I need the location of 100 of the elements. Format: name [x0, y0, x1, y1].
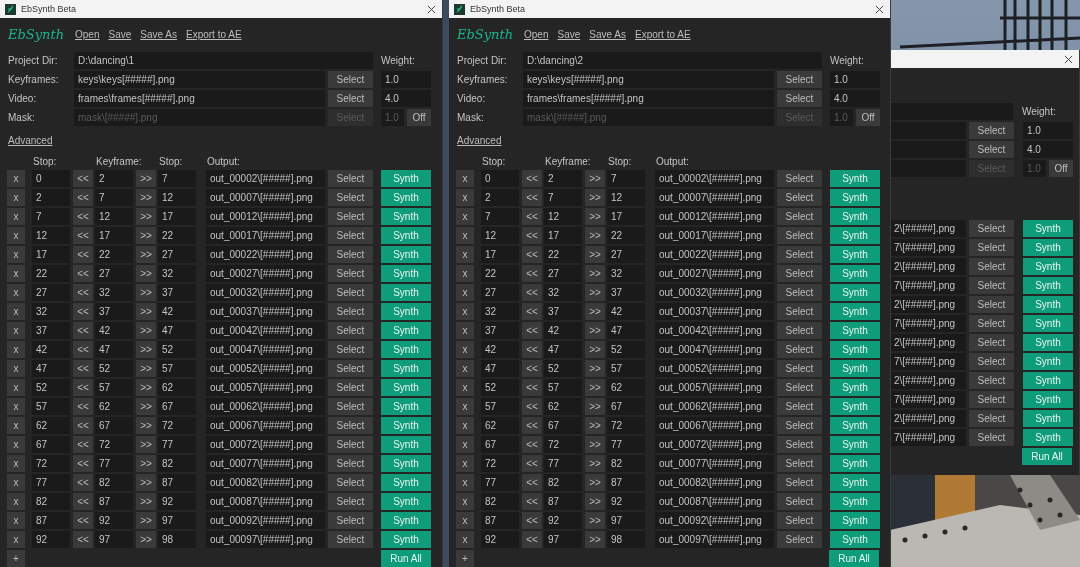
select-button[interactable]: Select: [328, 170, 373, 187]
keyframe-field[interactable]: 2: [544, 170, 582, 187]
output-field[interactable]: 7\[#####].png: [890, 391, 966, 408]
synth-button[interactable]: Synth: [381, 379, 431, 396]
synth-button[interactable]: Synth: [1023, 258, 1073, 275]
synth-button[interactable]: Synth: [1023, 239, 1073, 256]
output-field[interactable]: out_00007\[#####].png: [206, 189, 325, 206]
output-field[interactable]: out_00067\[#####].png: [206, 417, 325, 434]
keyframe-field[interactable]: 47: [544, 341, 582, 358]
select-button[interactable]: Select: [777, 436, 822, 453]
previous-button[interactable]: <<: [522, 512, 542, 529]
previous-button[interactable]: <<: [522, 531, 542, 548]
path-field[interactable]: [890, 122, 966, 139]
select-button[interactable]: Select: [777, 90, 822, 107]
select-button[interactable]: Select: [777, 265, 822, 282]
select-button[interactable]: Select: [328, 417, 373, 434]
stop-field[interactable]: 97: [158, 512, 196, 529]
synth-button[interactable]: Synth: [1023, 410, 1073, 427]
select-button[interactable]: Select: [777, 398, 822, 415]
stop-field[interactable]: 77: [481, 474, 519, 491]
stop-field[interactable]: 47: [607, 322, 645, 339]
stop-field[interactable]: 57: [32, 398, 70, 415]
next-button[interactable]: >>: [585, 322, 605, 339]
synth-button[interactable]: Synth: [381, 265, 431, 282]
select-button[interactable]: Select: [969, 296, 1014, 313]
keyframe-field[interactable]: 82: [95, 474, 133, 491]
stop-field[interactable]: 17: [158, 208, 196, 225]
stop-field[interactable]: 22: [32, 265, 70, 282]
next-button[interactable]: >>: [136, 512, 156, 529]
run-all-button[interactable]: Run All: [829, 550, 879, 567]
next-button[interactable]: >>: [136, 455, 156, 472]
synth-button[interactable]: Synth: [381, 284, 431, 301]
menu-link[interactable]: Save: [557, 29, 581, 40]
path-field[interactable]: keys\keys[#####].png: [523, 71, 774, 88]
weight-field[interactable]: 1.0: [830, 71, 880, 88]
stop-field[interactable]: 0: [481, 170, 519, 187]
output-field[interactable]: out_00097\[#####].png: [655, 531, 774, 548]
remove-button[interactable]: x: [7, 341, 25, 358]
keyframe-field[interactable]: 72: [544, 436, 582, 453]
next-button[interactable]: >>: [136, 493, 156, 510]
output-field[interactable]: out_00047\[#####].png: [655, 341, 774, 358]
output-field[interactable]: 2\[#####].png: [890, 258, 966, 275]
keyframe-field[interactable]: 27: [95, 265, 133, 282]
project-dir-field[interactable]: D:\dancing\1: [74, 52, 373, 69]
next-button[interactable]: >>: [136, 474, 156, 491]
remove-button[interactable]: x: [456, 265, 474, 282]
synth-button[interactable]: Synth: [381, 227, 431, 244]
synth-button[interactable]: Synth: [381, 208, 431, 225]
next-button[interactable]: >>: [136, 379, 156, 396]
output-field[interactable]: out_00042\[#####].png: [655, 322, 774, 339]
synth-button[interactable]: Synth: [381, 417, 431, 434]
previous-button[interactable]: <<: [73, 379, 93, 396]
select-button[interactable]: Select: [969, 315, 1014, 332]
next-button[interactable]: >>: [585, 303, 605, 320]
synth-button[interactable]: Synth: [1023, 353, 1073, 370]
keyframe-field[interactable]: 77: [95, 455, 133, 472]
previous-button[interactable]: <<: [522, 417, 542, 434]
previous-button[interactable]: <<: [73, 284, 93, 301]
previous-button[interactable]: <<: [522, 284, 542, 301]
path-field[interactable]: frames\frames[#####].png: [74, 90, 325, 107]
keyframe-field[interactable]: 62: [95, 398, 133, 415]
previous-button[interactable]: <<: [73, 170, 93, 187]
stop-field[interactable]: 67: [481, 436, 519, 453]
next-button[interactable]: >>: [585, 341, 605, 358]
output-field[interactable]: out_00002\[#####].png: [206, 170, 325, 187]
add-button[interactable]: +: [7, 550, 25, 567]
path-field[interactable]: keys\keys[#####].png: [74, 71, 325, 88]
synth-button[interactable]: Synth: [381, 170, 431, 187]
output-field[interactable]: out_00027\[#####].png: [206, 265, 325, 282]
output-field[interactable]: out_00087\[#####].png: [206, 493, 325, 510]
run-all-button[interactable]: Run All: [1022, 448, 1072, 465]
close-icon[interactable]: [427, 4, 436, 14]
weight-field[interactable]: 4.0: [381, 90, 431, 107]
remove-button[interactable]: x: [456, 531, 474, 548]
next-button[interactable]: >>: [585, 455, 605, 472]
output-field[interactable]: out_00052\[#####].png: [655, 360, 774, 377]
select-button[interactable]: Select: [777, 379, 822, 396]
keyframe-field[interactable]: 17: [95, 227, 133, 244]
select-button[interactable]: Select: [328, 436, 373, 453]
remove-button[interactable]: x: [7, 398, 25, 415]
output-field[interactable]: out_00072\[#####].png: [655, 436, 774, 453]
synth-button[interactable]: Synth: [381, 322, 431, 339]
stop-field[interactable]: 62: [158, 379, 196, 396]
select-button[interactable]: Select: [969, 334, 1014, 351]
keyframe-field[interactable]: 92: [95, 512, 133, 529]
select-button[interactable]: Select: [328, 398, 373, 415]
next-button[interactable]: >>: [585, 379, 605, 396]
synth-button[interactable]: Synth: [830, 284, 880, 301]
synth-button[interactable]: Synth: [830, 455, 880, 472]
remove-button[interactable]: x: [7, 474, 25, 491]
synth-button[interactable]: Synth: [830, 493, 880, 510]
select-button[interactable]: Select: [328, 474, 373, 491]
select-button[interactable]: Select: [328, 379, 373, 396]
advanced-link[interactable]: Advanced: [457, 132, 502, 149]
output-field[interactable]: out_00097\[#####].png: [206, 531, 325, 548]
stop-field[interactable]: 62: [32, 417, 70, 434]
menu-link[interactable]: Save As: [589, 29, 626, 40]
stop-field[interactable]: 72: [32, 455, 70, 472]
stop-field[interactable]: 2: [32, 189, 70, 206]
stop-field[interactable]: 87: [32, 512, 70, 529]
